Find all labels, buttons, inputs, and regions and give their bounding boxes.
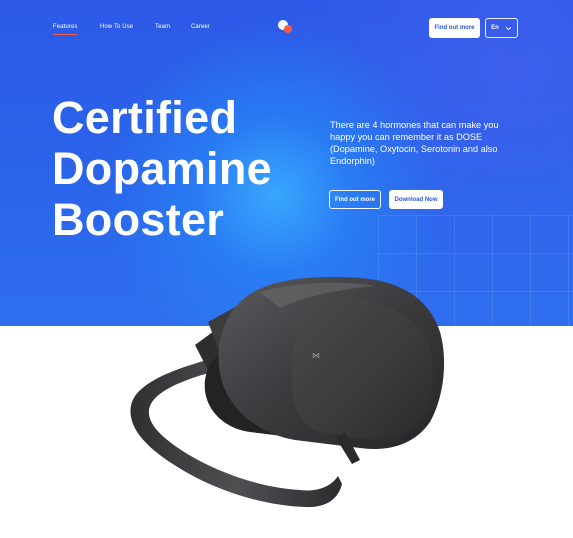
landing-page: Features How To Use Team Career Find out… [0,0,573,538]
vr-headset-image: ⋈ [130,277,445,508]
nav-link-team[interactable]: Team [155,24,170,30]
hero-description: There are 4 hormones that can make you h… [330,120,499,166]
nav-link-career[interactable]: Career [191,24,210,30]
headline-line-1: Certified [52,92,238,143]
headline-line-2: Dopamine [52,143,272,194]
hero-headline: Certified Dopamine Booster [52,92,272,245]
language-label: En [491,25,499,31]
logo-orange-dot [284,25,292,33]
nav-link-features[interactable]: Features [53,24,78,35]
chevron-down-icon [505,26,511,30]
brand-logo-icon[interactable] [278,20,294,34]
nav-link-how-to-use[interactable]: How To Use [100,24,133,30]
download-now-button[interactable]: Download Now [389,190,443,209]
headline-line-3: Booster [52,194,225,245]
headset-brand-mark: ⋈ [312,351,320,360]
language-selector[interactable]: En [485,18,518,38]
nav-find-out-more-button[interactable]: Find out more [429,18,480,38]
hero-find-out-more-button[interactable]: Find out more [329,190,381,209]
